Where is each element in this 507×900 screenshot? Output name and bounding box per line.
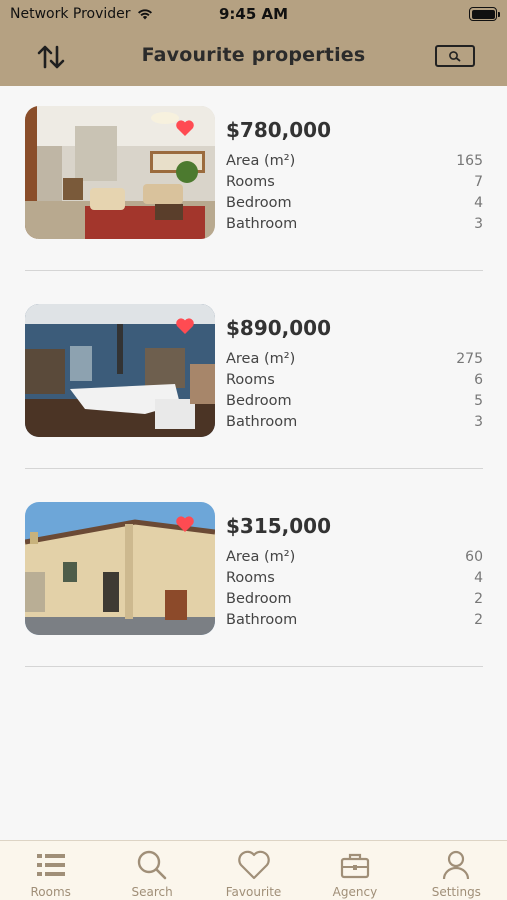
property-photo[interactable] (25, 106, 215, 239)
briefcase-icon (338, 848, 372, 882)
spec-rooms: Rooms 6 (226, 369, 483, 390)
property-price: $780,000 (226, 118, 332, 142)
spec-label: Area (m²) (226, 548, 296, 565)
property-photo[interactable] (25, 304, 215, 437)
tab-label: Agency (332, 885, 378, 899)
spec-value: 7 (474, 173, 483, 190)
battery-icon (469, 7, 500, 21)
spec-label: Bathroom (226, 413, 298, 430)
divider (25, 270, 483, 271)
divider (25, 666, 483, 667)
tab-agency[interactable]: Agency (304, 841, 405, 900)
spec-rooms: Rooms 4 (226, 567, 483, 588)
spec-value: 5 (474, 392, 483, 409)
heart-icon (237, 848, 271, 882)
spec-rooms: Rooms 7 (226, 171, 483, 192)
spec-label: Area (m²) (226, 350, 296, 367)
header-bar: Network Provider 9:45 AM Favourite prope… (0, 0, 507, 86)
spec-value: 60 (465, 548, 483, 565)
spec-value: 2 (474, 590, 483, 607)
property-specs: Area (m²) 275 Rooms 6 Bedroom 5 Bathroom… (226, 348, 483, 432)
divider (25, 468, 483, 469)
tab-settings[interactable]: Settings (406, 841, 507, 900)
spec-label: Bathroom (226, 611, 298, 628)
tab-bar: Rooms Search Favourite Agency Settings (0, 840, 507, 900)
spec-value: 275 (456, 350, 483, 367)
spec-value: 3 (474, 215, 483, 232)
screen: Network Provider 9:45 AM Favourite prope… (0, 0, 507, 900)
spec-area: Area (m²) 275 (226, 348, 483, 369)
spec-value: 4 (474, 194, 483, 211)
spec-value: 165 (456, 152, 483, 169)
property-price: $315,000 (226, 514, 332, 538)
spec-value: 6 (474, 371, 483, 388)
spec-label: Bedroom (226, 590, 292, 607)
spec-bedroom: Bedroom 4 (226, 192, 483, 213)
property-card[interactable]: $315,000 Area (m²) 60 Rooms 4 Bedroom 2 … (25, 482, 483, 680)
spec-label: Bathroom (226, 215, 298, 232)
tab-label: Rooms (30, 885, 71, 899)
list-icon (34, 848, 68, 882)
spec-area: Area (m²) 60 (226, 546, 483, 567)
spec-value: 4 (474, 569, 483, 586)
spec-value: 3 (474, 413, 483, 430)
property-card[interactable]: $780,000 Area (m²) 165 Rooms 7 Bedroom 4… (25, 86, 483, 284)
clock: 9:45 AM (218, 5, 289, 23)
spec-label: Area (m²) (226, 152, 296, 169)
spec-bathroom: Bathroom 3 (226, 213, 483, 234)
tab-label: Search (131, 885, 173, 899)
page-title: Favourite properties (141, 44, 366, 66)
spec-label: Rooms (226, 569, 275, 586)
search-button[interactable] (435, 45, 475, 67)
spec-label: Bedroom (226, 392, 292, 409)
spec-label: Bedroom (226, 194, 292, 211)
property-card[interactable]: $890,000 Area (m²) 275 Rooms 6 Bedroom 5… (25, 284, 483, 482)
tab-rooms[interactable]: Rooms (0, 841, 101, 900)
spec-label: Rooms (226, 173, 275, 190)
status-bar: Network Provider 9:45 AM (0, 0, 507, 28)
spec-area: Area (m²) 165 (226, 150, 483, 171)
tab-label: Favourite (225, 885, 282, 899)
navigation-bar: Favourite properties (0, 28, 507, 86)
property-price: $890,000 (226, 316, 332, 340)
spec-value: 2 (474, 611, 483, 628)
spec-bathroom: Bathroom 3 (226, 411, 483, 432)
spec-bedroom: Bedroom 2 (226, 588, 483, 609)
search-icon (449, 51, 461, 62)
favourite-heart-icon[interactable] (175, 515, 195, 533)
person-icon (439, 848, 473, 882)
spec-label: Rooms (226, 371, 275, 388)
property-specs: Area (m²) 60 Rooms 4 Bedroom 2 Bathroom … (226, 546, 483, 630)
spec-bathroom: Bathroom 2 (226, 609, 483, 630)
tab-favourite[interactable]: Favourite (203, 841, 304, 900)
favourite-heart-icon[interactable] (175, 119, 195, 137)
tab-search[interactable]: Search (101, 841, 202, 900)
spec-bedroom: Bedroom 5 (226, 390, 483, 411)
favourite-heart-icon[interactable] (175, 317, 195, 335)
tab-label: Settings (431, 885, 481, 899)
search-icon (135, 848, 169, 882)
property-photo[interactable] (25, 502, 215, 635)
property-specs: Area (m²) 165 Rooms 7 Bedroom 4 Bathroom… (226, 150, 483, 234)
